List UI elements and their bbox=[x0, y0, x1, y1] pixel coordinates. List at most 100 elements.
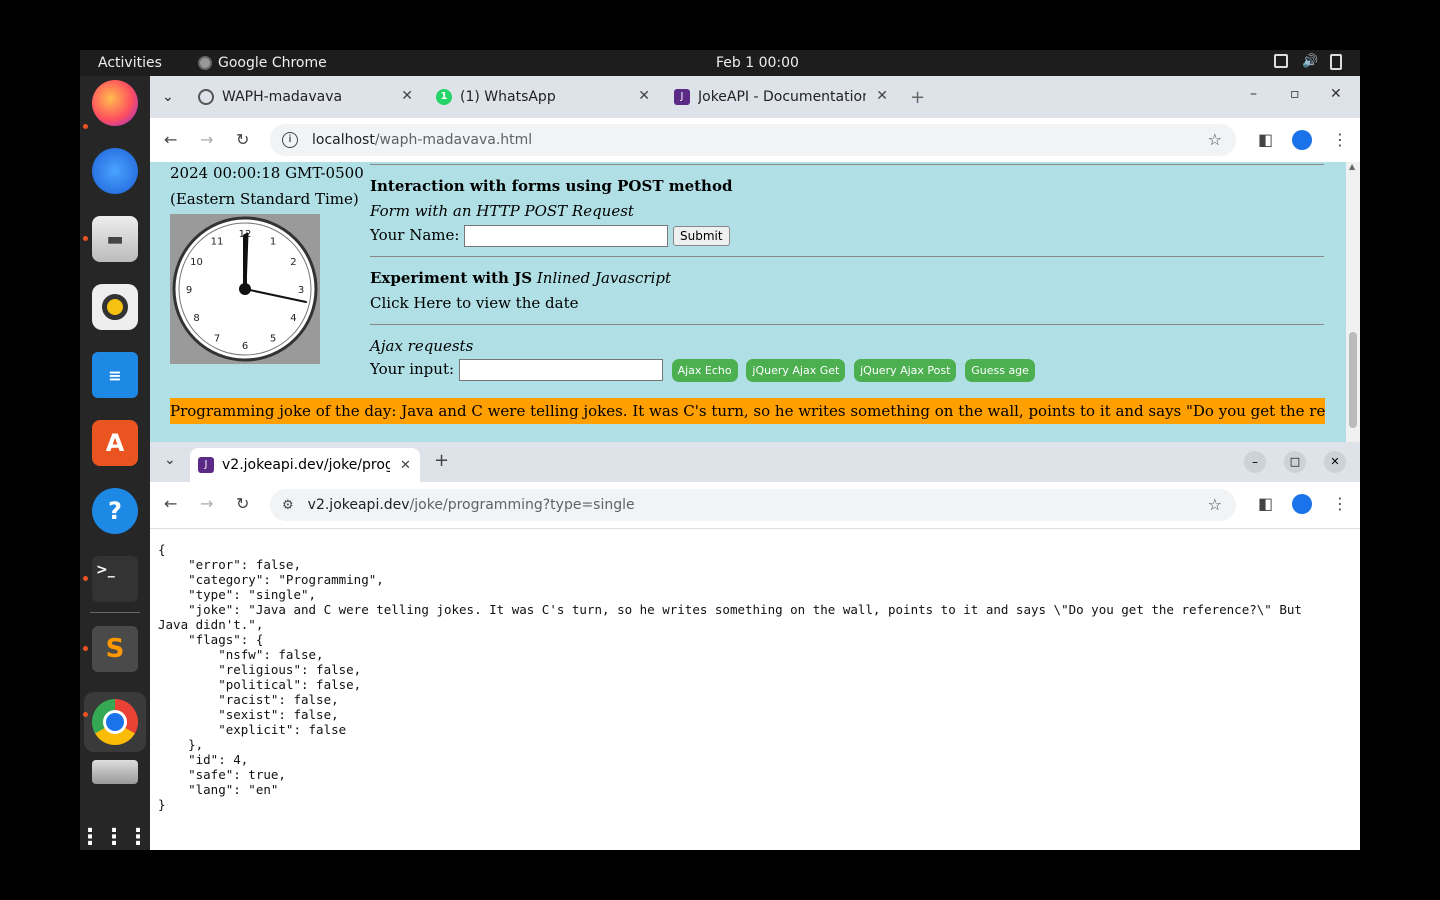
ajax-input[interactable] bbox=[458, 359, 663, 381]
side-panel-icon[interactable]: ◧ bbox=[1258, 130, 1273, 149]
ajax-form: Your input: Ajax Echo jQuery Ajax Get jQ… bbox=[370, 359, 1324, 382]
js-heading-italic: Inlined Javascript bbox=[536, 269, 672, 287]
profile-avatar[interactable] bbox=[1292, 130, 1312, 154]
drive-icon[interactable] bbox=[92, 760, 138, 784]
tab-jokeapi-json[interactable]: J v2.jokeapi.dev/joke/programming?type=s… bbox=[190, 448, 420, 482]
forward-icon[interactable]: → bbox=[200, 494, 213, 513]
submit-button[interactable]: Submit bbox=[673, 226, 730, 246]
chrome-dock-icon[interactable] bbox=[84, 692, 146, 752]
close-window-button[interactable]: ✕ bbox=[1330, 86, 1342, 102]
close-icon[interactable]: ✕ bbox=[401, 88, 413, 104]
forward-icon[interactable]: → bbox=[200, 130, 213, 149]
jquery-ajax-get-button[interactable]: jQuery Ajax Get bbox=[746, 359, 846, 382]
close-icon[interactable]: ✕ bbox=[400, 458, 411, 473]
new-tab-button[interactable]: + bbox=[910, 82, 925, 112]
battery-icon bbox=[1330, 54, 1342, 70]
sublime-icon[interactable]: S bbox=[92, 626, 138, 672]
reload-icon[interactable]: ↻ bbox=[236, 494, 249, 513]
minimize-button[interactable]: – bbox=[1244, 451, 1266, 473]
menu-icon[interactable]: ⋮ bbox=[1332, 494, 1348, 513]
scrollbar[interactable]: ▲ ▼ bbox=[1346, 162, 1360, 466]
view-date-link[interactable]: Click Here to view the date bbox=[370, 294, 1324, 312]
app-menu[interactable]: Google Chrome bbox=[198, 55, 327, 71]
url-path: /joke/programming?type=single bbox=[409, 497, 635, 513]
reload-icon[interactable]: ↻ bbox=[236, 130, 249, 149]
scrollbar-thumb[interactable] bbox=[1349, 332, 1357, 428]
clock-panel: 2024 00:00:18 GMT-0500 (Eastern Standard… bbox=[170, 162, 364, 364]
tab-search-button[interactable]: ⌄ bbox=[162, 82, 174, 112]
activities-button[interactable]: Activities bbox=[98, 55, 162, 71]
toolbar: ← → ↻ ⚙ v2.jokeapi.dev/joke/programming?… bbox=[150, 482, 1360, 529]
volume-icon: 🔊 bbox=[1302, 54, 1319, 69]
back-icon[interactable]: ← bbox=[164, 494, 177, 513]
url-host: localhost bbox=[312, 132, 375, 148]
network-icon bbox=[1274, 54, 1288, 68]
clock-numeral: 7 bbox=[214, 333, 220, 344]
ajax-heading: Ajax requests bbox=[370, 337, 474, 355]
close-icon[interactable]: ✕ bbox=[638, 88, 650, 104]
analog-clock: 121234567891011 bbox=[170, 214, 320, 364]
maximize-button[interactable]: □ bbox=[1284, 451, 1306, 473]
url-path: /waph-madavava.html bbox=[374, 132, 533, 148]
url-host: v2.jokeapi.dev bbox=[307, 497, 410, 513]
browser-window-1: ⌄ WAPH-madavava ✕ 1 (1) WhatsApp ✕ J Jok… bbox=[150, 76, 1360, 466]
tab-whatsapp[interactable]: 1 (1) WhatsApp ✕ bbox=[436, 82, 650, 112]
clock[interactable]: Feb 1 00:00 bbox=[716, 55, 799, 71]
bookmark-star-icon[interactable]: ☆ bbox=[1208, 130, 1222, 149]
timezone-text: (Eastern Standard Time) bbox=[170, 190, 359, 208]
side-panel-icon[interactable]: ◧ bbox=[1258, 494, 1273, 513]
tab-strip: ⌄ J v2.jokeapi.dev/joke/programming?type… bbox=[150, 442, 1360, 482]
writer-icon[interactable]: ≡ bbox=[92, 352, 138, 398]
js-heading: Experiment with JS Inlined Javascript bbox=[370, 269, 1324, 287]
address-bar[interactable]: i localhost/waph-madavava.html ☆ bbox=[270, 124, 1236, 156]
name-input[interactable] bbox=[464, 225, 669, 247]
tab-waph[interactable]: WAPH-madavava ✕ bbox=[198, 82, 413, 112]
ajax-echo-button[interactable]: Ajax Echo bbox=[671, 359, 738, 382]
whatsapp-icon: 1 bbox=[436, 89, 452, 105]
files-icon[interactable]: ▬ bbox=[92, 216, 138, 262]
terminal-icon[interactable]: >_ bbox=[92, 556, 138, 602]
site-settings-icon[interactable]: ⚙ bbox=[282, 498, 294, 513]
js-heading-bold: Experiment with JS bbox=[370, 269, 533, 287]
jokeapi-icon: J bbox=[674, 89, 690, 105]
clock-numeral: 4 bbox=[290, 313, 296, 324]
back-icon[interactable]: ← bbox=[164, 130, 177, 149]
restore-button[interactable]: ▫ bbox=[1290, 86, 1300, 102]
running-indicator bbox=[83, 236, 88, 241]
divider bbox=[370, 164, 1324, 165]
close-icon[interactable]: ✕ bbox=[876, 88, 888, 104]
show-apps-icon[interactable]: ⋮⋮⋮ bbox=[80, 814, 149, 850]
thunderbird-icon[interactable] bbox=[92, 148, 138, 194]
json-response: { "error": false, "category": "Programmi… bbox=[158, 542, 1302, 812]
running-indicator bbox=[83, 576, 88, 581]
tab-search-button[interactable]: ⌄ bbox=[164, 452, 176, 468]
joke-banner: Programming joke of the day: Java and C … bbox=[170, 398, 1325, 424]
chrome-icon bbox=[198, 56, 212, 70]
menu-icon[interactable]: ⋮ bbox=[1332, 130, 1348, 149]
software-icon[interactable]: A bbox=[92, 420, 138, 466]
bookmark-star-icon[interactable]: ☆ bbox=[1208, 495, 1222, 514]
form-subheading: Form with an HTTP POST Request bbox=[370, 202, 634, 220]
close-window-button[interactable]: ✕ bbox=[1324, 451, 1346, 473]
main-column: Interaction with forms using POST method… bbox=[370, 162, 1324, 382]
help-icon[interactable]: ? bbox=[92, 488, 138, 534]
top-bar: Activities Google Chrome Feb 1 00:00 🔊 bbox=[80, 50, 1360, 76]
clock-numeral: 1 bbox=[270, 237, 276, 248]
tab-jokeapi[interactable]: J JokeAPI - Documentation ✕ bbox=[674, 82, 888, 112]
jquery-ajax-post-button[interactable]: jQuery Ajax Post bbox=[854, 359, 957, 382]
minimize-button[interactable]: – bbox=[1250, 86, 1257, 102]
name-label: Your Name: bbox=[370, 226, 460, 244]
guess-age-button[interactable]: Guess age bbox=[965, 359, 1035, 382]
info-icon[interactable]: i bbox=[282, 132, 298, 148]
toolbar: ← → ↻ i localhost/waph-madavava.html ☆ ◧… bbox=[150, 118, 1360, 162]
running-indicator bbox=[83, 712, 88, 717]
rhythmbox-icon[interactable] bbox=[92, 284, 138, 330]
browser-window-2: ⌄ J v2.jokeapi.dev/joke/programming?type… bbox=[150, 442, 1360, 850]
firefox-icon[interactable] bbox=[92, 80, 138, 126]
form-heading: Interaction with forms using POST method bbox=[370, 177, 733, 195]
new-tab-button[interactable]: + bbox=[434, 450, 449, 471]
system-tray[interactable]: 🔊 bbox=[1274, 54, 1342, 70]
address-bar[interactable]: ⚙ v2.jokeapi.dev/joke/programming?type=s… bbox=[270, 489, 1236, 521]
profile-avatar[interactable] bbox=[1292, 494, 1312, 518]
jokeapi-icon: J bbox=[198, 457, 214, 473]
